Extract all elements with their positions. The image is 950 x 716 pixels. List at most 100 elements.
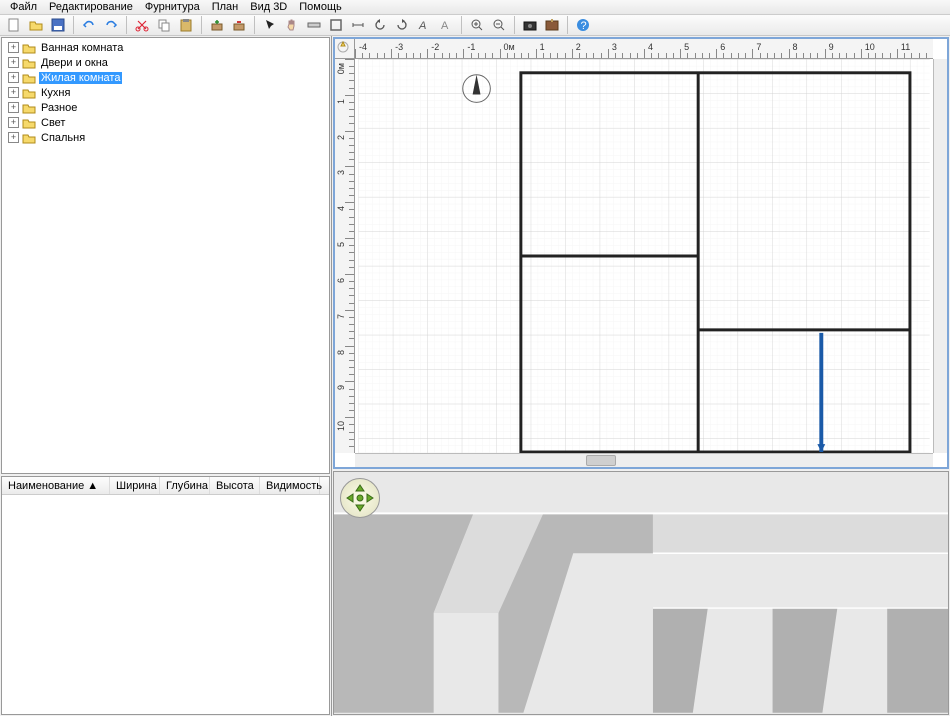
ruler-tick: -3 [395,42,403,52]
open-button[interactable] [26,15,46,35]
toolbar: A A ? [0,15,950,36]
expand-icon[interactable]: + [8,132,19,143]
view-3d[interactable] [333,471,949,715]
folder-icon [22,132,36,144]
undo-button[interactable] [79,15,99,35]
folder-icon [22,87,36,99]
col-name[interactable]: Наименование ▲ [2,477,110,494]
ruler-tick: 2 [576,42,581,52]
text-tool-alt[interactable]: A [436,15,456,35]
svg-text:?: ? [581,20,587,32]
menu-view3d[interactable]: Вид 3D [244,0,293,14]
right-column: -4-3-2-10м1234567891011 0м12345678910 [332,36,950,716]
ruler-tick: 0м [336,63,346,74]
tree-item-label: Свет [39,117,67,129]
ruler-tick: 9 [829,42,834,52]
folder-icon [22,102,36,114]
toolbar-separator [461,16,462,34]
toolbar-separator [254,16,255,34]
tree-item[interactable]: +Ванная комната [4,40,327,55]
preferences-button[interactable] [542,15,562,35]
delete-button[interactable] [229,15,249,35]
tree-item[interactable]: +Двери и окна [4,55,327,70]
cut-button[interactable] [132,15,152,35]
redo-button[interactable] [101,15,121,35]
menu-file[interactable]: Файл [4,0,43,14]
select-tool[interactable] [260,15,280,35]
ruler-tick: 11 [901,42,910,52]
ruler-tick: 6 [720,42,725,52]
ruler-tick: -2 [431,42,439,52]
text-tool[interactable]: A [414,15,434,35]
ruler-tick: 5 [336,242,346,247]
col-width[interactable]: Ширина [110,477,160,494]
menu-help[interactable]: Помощь [293,0,348,14]
col-height[interactable]: Высота [210,477,260,494]
tree-item-label: Жилая комната [39,72,122,84]
ruler-tick: 3 [612,42,617,52]
tree-item-label: Спальня [39,132,87,144]
plan-canvas[interactable] [355,59,933,453]
expand-icon[interactable]: + [8,87,19,98]
rotate-left-button[interactable] [370,15,390,35]
rotate-right-button[interactable] [392,15,412,35]
help-button[interactable]: ? [573,15,593,35]
folder-icon [22,42,36,54]
wall-tool[interactable] [304,15,324,35]
vertical-ruler: 0м12345678910 [335,59,355,453]
ruler-tick: -4 [359,42,367,52]
properties-panel: Наименование ▲ Ширина Глубина Высота Вид… [1,476,330,715]
room-tool[interactable] [326,15,346,35]
expand-icon[interactable]: + [8,117,19,128]
toolbar-separator [126,16,127,34]
toolbar-separator [73,16,74,34]
save-button[interactable] [48,15,68,35]
menu-plan[interactable]: План [206,0,245,14]
col-visibility[interactable]: Видимость [260,477,320,494]
horizontal-scrollbar[interactable] [355,453,933,467]
tree-item[interactable]: + Жилая комната [4,70,327,85]
horizontal-ruler: -4-3-2-10м1234567891011 [355,39,933,59]
ruler-tick: 0м [504,42,515,52]
menu-edit[interactable]: Редактирование [43,0,139,14]
zoom-out-button[interactable] [489,15,509,35]
vertical-scrollbar[interactable] [933,59,947,453]
ruler-tick: 1 [336,99,346,104]
expand-icon[interactable]: + [8,42,19,53]
new-button[interactable] [4,15,24,35]
menubar: Файл Редактирование Фурнитура План Вид 3… [0,0,950,15]
plan-view[interactable]: -4-3-2-10м1234567891011 0м12345678910 [333,37,949,469]
navigation-gizmo[interactable] [340,478,380,518]
ruler-tick: 7 [756,42,761,52]
tree-item[interactable]: + Спальня [4,130,327,145]
tree-item[interactable]: + Свет [4,115,327,130]
plan-drawing [355,59,933,453]
expand-icon[interactable]: + [8,102,19,113]
col-depth[interactable]: Глубина [160,477,210,494]
ruler-tick: 10 [336,421,346,431]
tree-item[interactable]: + Разное [4,100,327,115]
svg-text:A: A [418,20,426,32]
dimension-tool[interactable] [348,15,368,35]
menu-furniture[interactable]: Фурнитура [139,0,206,14]
add-furniture-button[interactable] [207,15,227,35]
ruler-tick: 3 [336,170,346,175]
ruler-tick: 2 [336,135,346,140]
zoom-in-button[interactable] [467,15,487,35]
photo-button[interactable] [520,15,540,35]
toolbar-separator [514,16,515,34]
ruler-tick: 1 [540,42,545,52]
copy-button[interactable] [154,15,174,35]
ruler-tick: 10 [865,42,875,52]
paste-button[interactable] [176,15,196,35]
ruler-tick: 9 [336,385,346,390]
pan-tool[interactable] [282,15,302,35]
expand-icon[interactable]: + [8,57,19,68]
tree-item[interactable]: + Кухня [4,85,327,100]
expand-icon[interactable]: + [8,72,19,83]
svg-text:A: A [441,20,449,32]
tree-item-label: Разное [39,102,79,114]
furniture-tree[interactable]: +Ванная комната+Двери и окна+Жилая комна… [1,37,330,474]
folder-icon [22,72,36,84]
tree-item-label: Кухня [39,87,72,99]
